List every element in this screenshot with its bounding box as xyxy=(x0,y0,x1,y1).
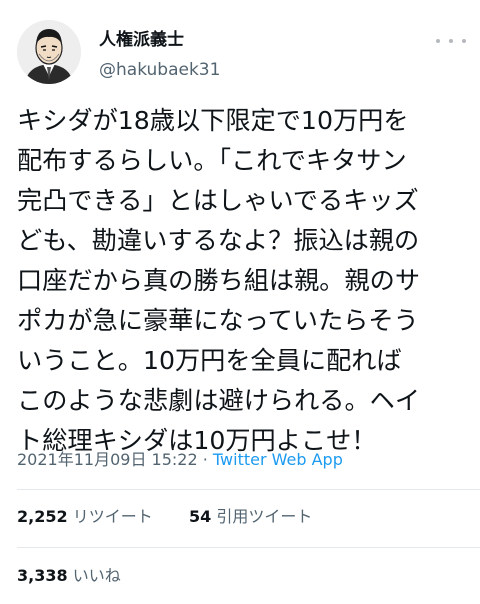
source-app-link[interactable]: Twitter Web App xyxy=(213,450,343,469)
quotes-label: 引用ツイート xyxy=(216,507,313,526)
tweet-line: ポカが急に豪華になっていたらそう xyxy=(17,306,419,335)
dot xyxy=(462,39,466,43)
quotes-count: 54 xyxy=(189,507,212,526)
tweet-line: キシダが18歳以下限定で10万円を xyxy=(17,106,409,135)
tweet-line: 完凸できる」とはしゃいでるキッズ xyxy=(17,186,419,215)
tweet-line: ども、勘違いするなよ？振込は親の xyxy=(17,226,420,255)
retweets-stat[interactable]: 2,252 リツイート xyxy=(17,506,153,528)
author-handle[interactable]: @hakubaek31 xyxy=(99,59,220,81)
tweet-line: 配布するらしい。「これでキタサン xyxy=(17,146,407,175)
quotes-stat[interactable]: 54 引用ツイート xyxy=(189,506,312,528)
tweet-line: いうこと。10万円を全員に配れば xyxy=(17,346,402,375)
avatar[interactable] xyxy=(17,20,81,84)
tweet-line: このような悲劇は避けられる。ヘイ xyxy=(17,386,420,415)
tweet-text: キシダが18歳以下限定で10万円を 配布するらしい。「これでキタサン 完凸できる」と… xyxy=(17,101,469,461)
retweets-count: 2,252 xyxy=(17,507,68,526)
author-display-name[interactable]: 人権派義士 xyxy=(99,29,184,51)
divider xyxy=(17,547,480,548)
meta-separator: · xyxy=(202,450,208,469)
likes-label: いいね xyxy=(72,566,121,585)
likes-count: 3,338 xyxy=(17,566,68,585)
timestamp-link[interactable]: 2021年11月09日 15:22 xyxy=(17,450,198,469)
retweets-label: リツイート xyxy=(72,507,153,526)
dot xyxy=(449,39,453,43)
dot xyxy=(436,39,440,43)
divider xyxy=(17,489,480,490)
likes-stat[interactable]: 3,338 いいね xyxy=(17,565,121,587)
tweet-line: 口座だから真の勝ち組は親。親のサ xyxy=(17,266,420,295)
more-options-icon[interactable] xyxy=(436,33,466,49)
tweet-meta: 2021年11月09日 15:22 · Twitter Web App xyxy=(17,449,343,471)
